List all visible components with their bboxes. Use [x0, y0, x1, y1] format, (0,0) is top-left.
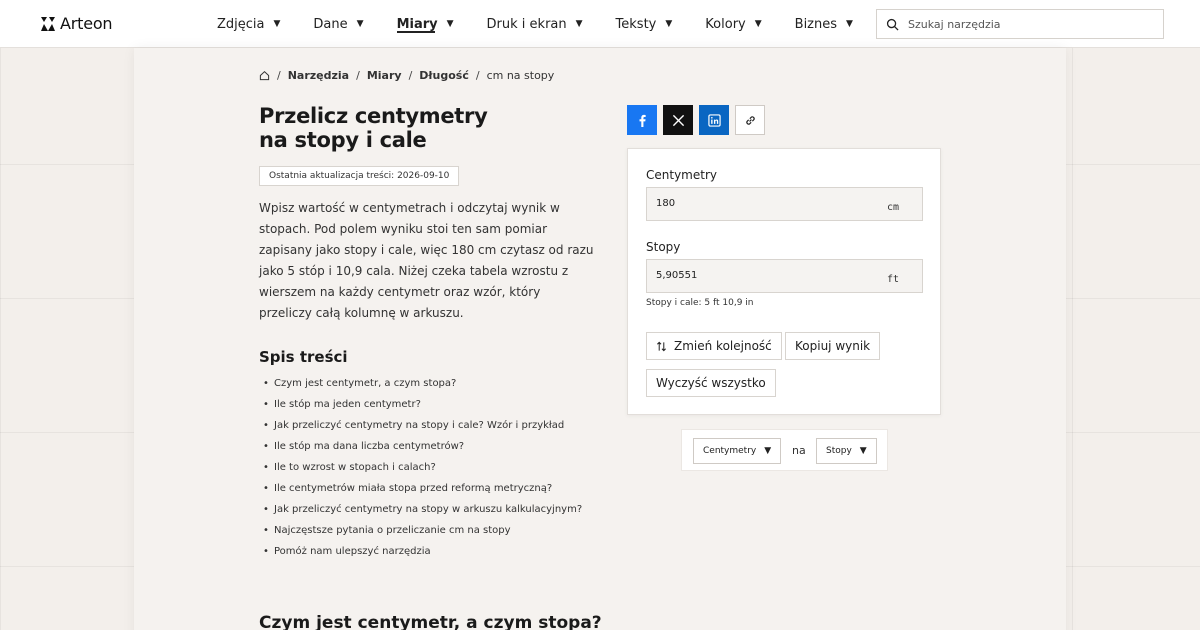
page-title-line-2: na stopy i cale [259, 128, 427, 152]
clear-all-button[interactable]: Wyczyść wszystko [646, 369, 776, 397]
caret-down-icon: ▼ [846, 19, 853, 29]
breadcrumb-current: cm na stopy [486, 69, 555, 82]
nav-item-miary[interactable]: Miary ▼ [396, 0, 454, 48]
toc-item[interactable]: Ile centymetrów miała stopa przed reform… [263, 478, 582, 499]
clear-all-label: Wyczyść wszystko [656, 376, 766, 390]
breadcrumb-link-miary[interactable]: Miary [367, 69, 402, 82]
search-box [876, 9, 1164, 39]
copy-result-button[interactable]: Kopiuj wynik [785, 332, 881, 360]
breadcrumb: / Narzędzia / Miary / Długość / cm na st… [259, 69, 554, 82]
x-icon [672, 114, 684, 126]
to-unit-value: Stopy [826, 446, 852, 456]
toc-item[interactable]: Ile stóp ma dana liczba centymetrów? [263, 436, 582, 457]
nav-item-label: Miary [396, 16, 438, 32]
toc-item[interactable]: Czym jest centymetr, a czym stopa? [263, 373, 582, 394]
swap-units-button[interactable]: Zmień kolejność [646, 332, 782, 360]
swap-units-label: Zmień kolejność [674, 339, 772, 353]
caret-down-icon: ▼ [754, 19, 762, 29]
page-title-line-1: Przelicz centymetry [259, 104, 488, 128]
nav-item-label: Biznes [794, 16, 838, 32]
centimeters-value: 180 [656, 198, 676, 209]
share-x-button[interactable] [663, 105, 693, 135]
caret-down-icon: ▼ [665, 19, 673, 29]
toc-item[interactable]: Ile stóp ma jeden centymetr? [263, 394, 582, 415]
caret-down-icon: ▼ [273, 19, 281, 29]
section-heading: Czym jest centymetr, a czym stopa? [259, 613, 602, 630]
feet-unit: ft [886, 274, 899, 285]
breadcrumb-link-dlugosc[interactable]: Długość [419, 69, 469, 82]
last-updated-badge: Ostatnia aktualizacja treści: 2026-09-10 [259, 166, 460, 186]
from-unit-select[interactable]: Centymetry ▼ [693, 438, 782, 464]
nav-item-druk-i-ekran[interactable]: Druk i ekran ▼ [487, 0, 583, 48]
table-of-contents: Czym jest centymetr, a czym stopa? Ile s… [263, 373, 582, 562]
caret-down-icon: ▼ [356, 19, 364, 29]
feet-input[interactable]: 5,90551 ft [646, 259, 923, 293]
centimeters-input[interactable]: 180 cm [646, 187, 923, 221]
toc-title: Spis treści [259, 348, 348, 366]
feet-value: 5,90551 [656, 270, 698, 281]
toc-item[interactable]: Ile to wzrost w stopach i calach? [263, 457, 582, 478]
search-input[interactable] [908, 17, 1148, 31]
nav-item-biznes[interactable]: Biznes ▼ [795, 0, 853, 48]
arteon-logo-icon [41, 16, 55, 31]
linkedin-icon [707, 113, 721, 127]
nav-item-label: Zdjęcia [217, 16, 265, 32]
page-title: Przelicz centymetry na stopy i cale [259, 104, 579, 152]
nav-item-dane[interactable]: Dane ▼ [313, 0, 363, 48]
breadcrumb-separator: / [408, 69, 413, 82]
nav-item-label: Druk i ekran [486, 16, 567, 32]
unit-selector-bar: Centymetry ▼ na Stopy ▼ [681, 429, 888, 471]
share-buttons [627, 105, 765, 135]
nav-item-label: Dane [313, 16, 348, 32]
centimeters-label: Centymetry [646, 168, 717, 182]
share-facebook-button[interactable] [627, 105, 657, 135]
toc-item[interactable]: Pomóż nam ulepszyć narzędzia [263, 541, 582, 562]
intro-paragraph: Wpisz wartość w centymetrach i odczytaj … [259, 201, 594, 320]
top-navigation-bar: Arteon Zdjęcia ▼ Dane ▼ Miary ▼ Druk i e… [0, 0, 1200, 48]
nav-item-zdjecia[interactable]: Zdjęcia ▼ [217, 0, 280, 48]
breadcrumb-separator: / [475, 69, 480, 82]
caret-down-icon: ▼ [859, 446, 867, 456]
toc-item[interactable]: Najczęstsze pytania o przeliczanie cm na… [263, 520, 582, 541]
caret-down-icon: ▼ [764, 446, 772, 456]
nav-item-kolory[interactable]: Kolory ▼ [705, 0, 761, 48]
centimeters-unit: cm [886, 202, 899, 213]
copy-link-button[interactable] [735, 105, 765, 135]
feet-inches-result: Stopy i cale: 5 ft 10,9 in [646, 298, 754, 308]
toc-item[interactable]: Jak przeliczyć centymetry na stopy w ark… [263, 499, 582, 520]
nav-item-teksty[interactable]: Teksty ▼ [616, 0, 673, 48]
unit-joiner: na [792, 444, 806, 457]
brand-logo[interactable]: Arteon [40, 14, 113, 33]
to-unit-select[interactable]: Stopy ▼ [816, 438, 877, 464]
breadcrumb-separator: / [356, 69, 360, 82]
nav-item-label: Kolory [705, 16, 746, 32]
toc-item[interactable]: Jak przeliczyć centymetry na stopy i cal… [263, 415, 582, 436]
feet-label: Stopy [646, 240, 681, 254]
copy-result-label: Kopiuj wynik [795, 339, 871, 353]
swap-icon [657, 341, 666, 351]
main-nav: Zdjęcia ▼ Dane ▼ Miary ▼ Druk i ekran ▼ … [217, 0, 886, 48]
home-icon[interactable] [259, 70, 270, 81]
breadcrumb-link-narzedzia[interactable]: Narzędzia [288, 69, 349, 82]
caret-down-icon: ▼ [575, 19, 583, 29]
nav-item-label: Teksty [615, 16, 657, 32]
facebook-icon [639, 114, 646, 127]
search-icon [886, 18, 899, 31]
converter-card: Centymetry 180 cm Stopy 5,90551 ft Stopy… [627, 148, 941, 415]
caret-down-icon: ▼ [446, 19, 454, 29]
link-icon [745, 115, 755, 125]
from-unit-value: Centymetry [703, 446, 757, 456]
brand-name: Arteon [60, 14, 113, 33]
breadcrumb-separator: / [277, 69, 281, 82]
share-linkedin-button[interactable] [699, 105, 729, 135]
